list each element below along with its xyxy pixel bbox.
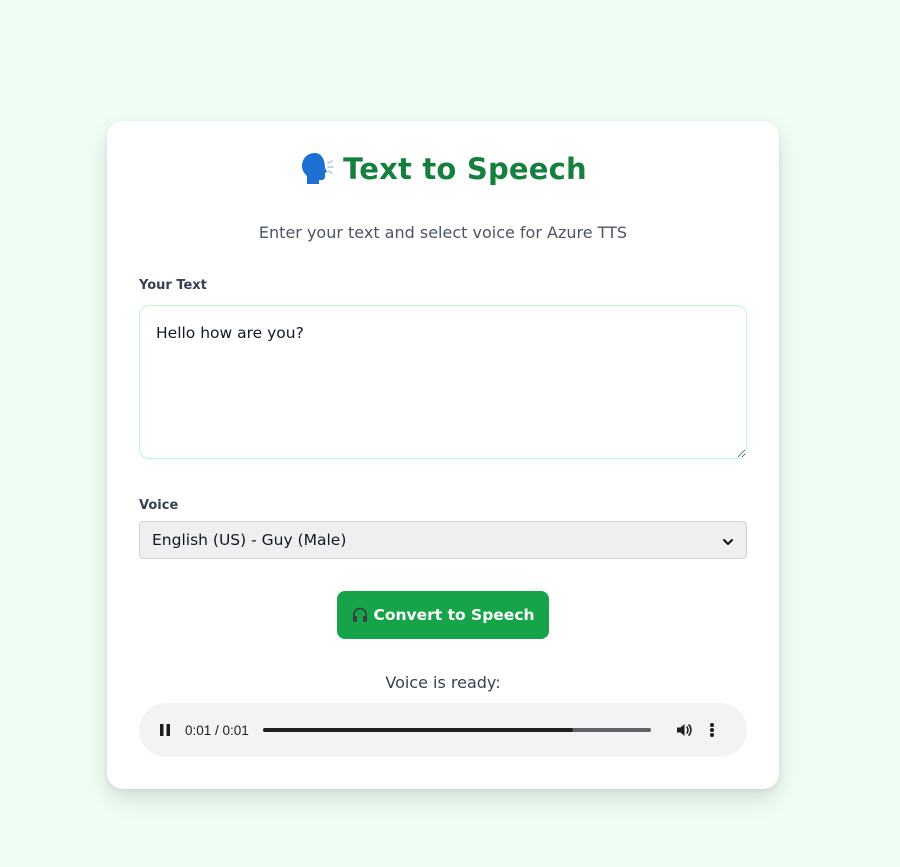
chevron-down-icon bbox=[722, 534, 734, 546]
audio-player: 0:01 / 0:01 bbox=[139, 703, 747, 757]
pause-icon bbox=[160, 724, 170, 736]
time-display: 0:01 / 0:01 bbox=[185, 722, 249, 738]
tts-card: Text to Speech Enter your text and selec… bbox=[107, 121, 779, 789]
title-row: Text to Speech bbox=[107, 151, 779, 187]
text-input[interactable] bbox=[139, 305, 747, 459]
seek-bar[interactable] bbox=[262, 728, 651, 732]
volume-icon bbox=[676, 724, 692, 736]
convert-button-label: Convert to Speech bbox=[373, 606, 535, 624]
voice-select-value: English (US) - Guy (Male) bbox=[152, 531, 347, 549]
page-title: Text to Speech bbox=[343, 152, 587, 186]
voice-label: Voice bbox=[139, 498, 179, 513]
text-label: Your Text bbox=[139, 278, 207, 293]
headphones-icon bbox=[351, 606, 369, 624]
page-subtitle: Enter your text and select voice for Azu… bbox=[258, 223, 628, 242]
convert-to-speech-button[interactable]: Convert to Speech bbox=[337, 591, 549, 639]
more-dots-icon bbox=[709, 723, 714, 727]
seek-progress bbox=[262, 728, 574, 732]
more-options-button[interactable] bbox=[709, 721, 715, 739]
voice-select[interactable]: English (US) - Guy (Male) bbox=[139, 521, 747, 559]
pause-button[interactable] bbox=[157, 722, 173, 738]
speaking-head-icon bbox=[299, 151, 335, 187]
status-text: Voice is ready: bbox=[385, 673, 501, 692]
volume-button[interactable] bbox=[675, 721, 693, 739]
